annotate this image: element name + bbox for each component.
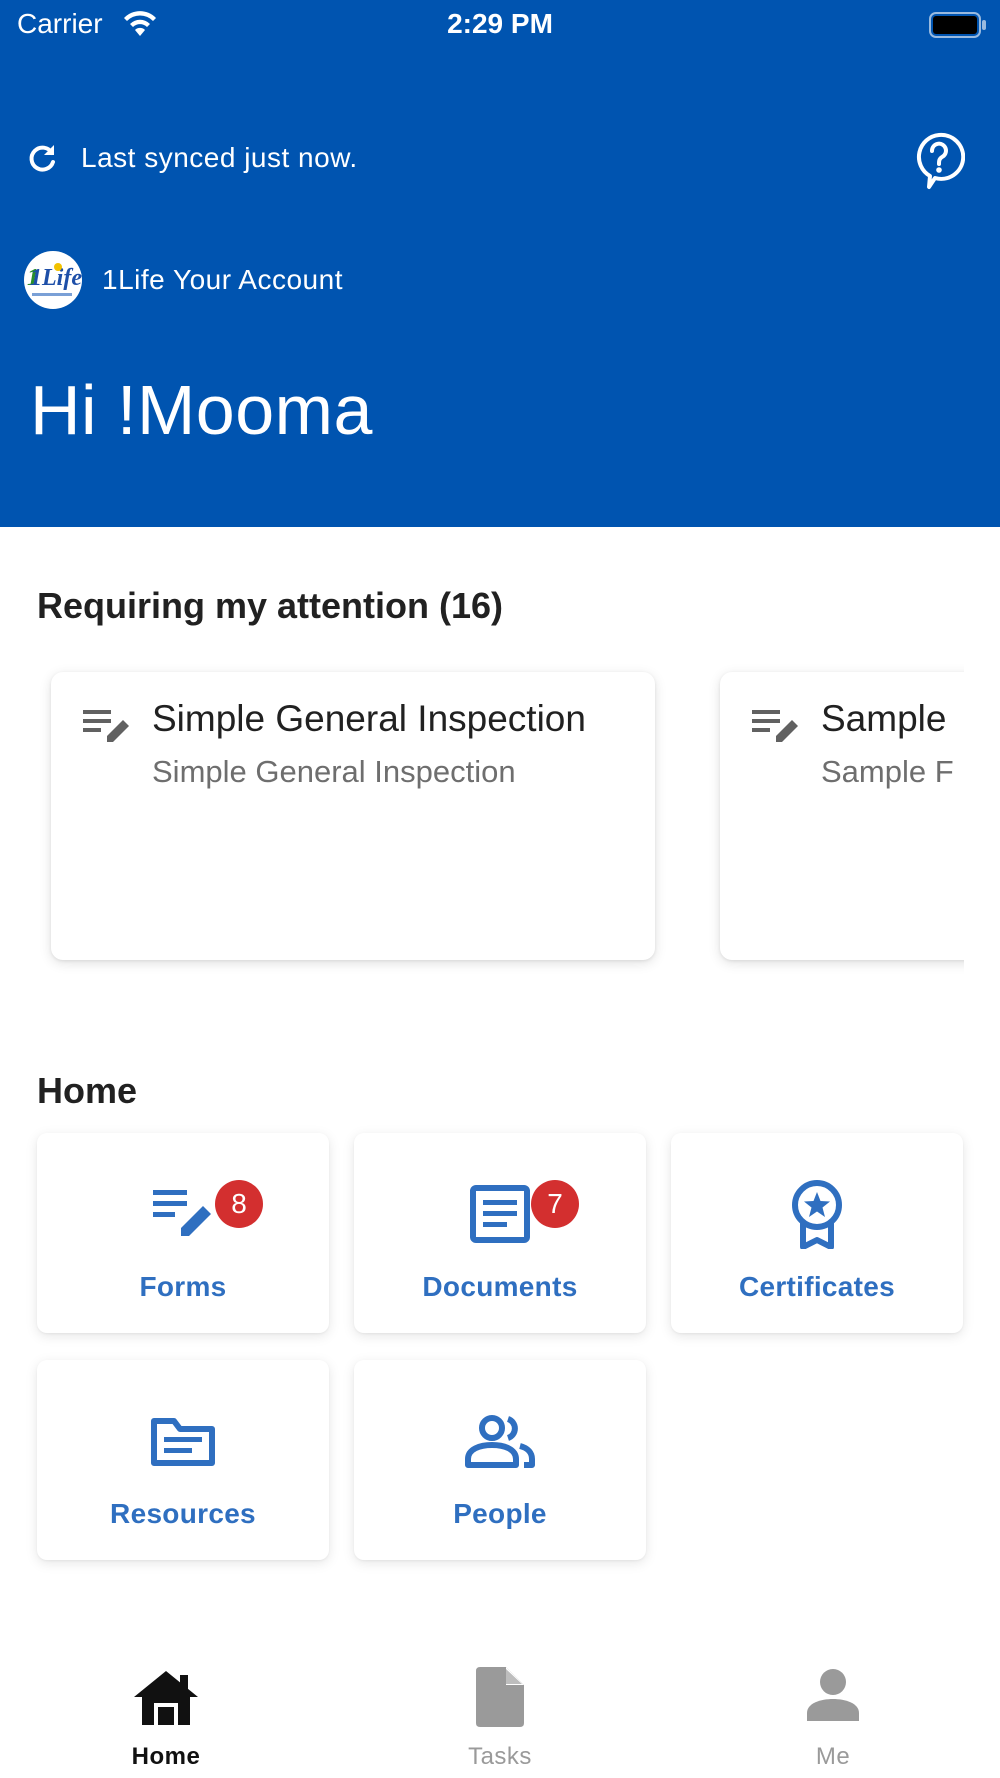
sync-text: Last synced just now. — [81, 142, 358, 173]
tab-tasks[interactable]: Tasks — [400, 1655, 600, 1778]
tab-bar: Home Tasks Me — [0, 1655, 1000, 1778]
people-icon — [354, 1406, 646, 1476]
tab-label: Home — [131, 1743, 201, 1770]
home-title: Home — [37, 1070, 138, 1111]
header: Carrier 2:29 PM Last synced just now. 1 … — [0, 0, 1000, 527]
refresh-icon[interactable] — [27, 142, 59, 174]
document-icon — [354, 1179, 646, 1249]
tile-label: Resources — [110, 1498, 256, 1529]
tab-home[interactable]: Home — [66, 1655, 266, 1778]
tile-label: Certificates — [738, 1271, 896, 1302]
tile-people[interactable]: People — [354, 1360, 646, 1560]
sync-status[interactable]: Last synced just now. — [27, 142, 358, 174]
home-icon — [66, 1667, 266, 1729]
tile-label: Forms — [139, 1271, 227, 1302]
form-edit-icon — [752, 708, 800, 748]
logo-sun-dot — [54, 263, 62, 271]
documents-count-badge: 7 — [531, 1180, 579, 1228]
forms-count-badge: 8 — [215, 1180, 263, 1228]
account-switcher[interactable]: 1 1Life 1Life Your Account — [24, 251, 343, 309]
card-title: Sample — [821, 698, 947, 739]
tile-documents[interactable]: 7 Documents — [354, 1133, 646, 1333]
certificate-icon — [671, 1179, 963, 1249]
file-icon — [400, 1667, 600, 1729]
attention-carousel[interactable]: Simple General Inspection Simple General… — [34, 660, 964, 975]
tile-label: People — [453, 1498, 547, 1529]
form-edit-icon — [83, 708, 131, 748]
tile-certificates[interactable]: Certificates — [671, 1133, 963, 1333]
card-title: Simple General Inspection — [152, 698, 586, 739]
card-subtitle: Simple General Inspection — [152, 754, 516, 789]
tile-label: Documents — [422, 1271, 578, 1302]
person-icon — [733, 1667, 933, 1729]
tile-forms[interactable]: 8 Forms — [37, 1133, 329, 1333]
tab-label: Tasks — [468, 1743, 532, 1770]
logo-tagline — [32, 293, 72, 296]
tile-resources[interactable]: Resources — [37, 1360, 329, 1560]
folder-icon — [37, 1406, 329, 1476]
clock: 2:29 PM — [447, 8, 553, 39]
attention-card[interactable]: Sample Sample F — [720, 672, 964, 960]
attention-title: Requiring my attention (16) — [37, 585, 504, 626]
help-bubble-icon[interactable] — [913, 131, 966, 191]
tab-label: Me — [815, 1743, 851, 1770]
form-edit-icon — [37, 1179, 329, 1249]
battery-icon — [929, 12, 987, 43]
card-subtitle: Sample F — [821, 754, 954, 789]
tab-me[interactable]: Me — [733, 1655, 933, 1778]
attention-card[interactable]: Simple General Inspection Simple General… — [51, 672, 655, 960]
greeting: Hi !Mooma — [30, 371, 373, 449]
status-bar: Carrier 2:29 PM — [0, 0, 1000, 52]
account-logo: 1 1Life — [24, 251, 82, 309]
account-name: 1Life Your Account — [102, 264, 343, 295]
